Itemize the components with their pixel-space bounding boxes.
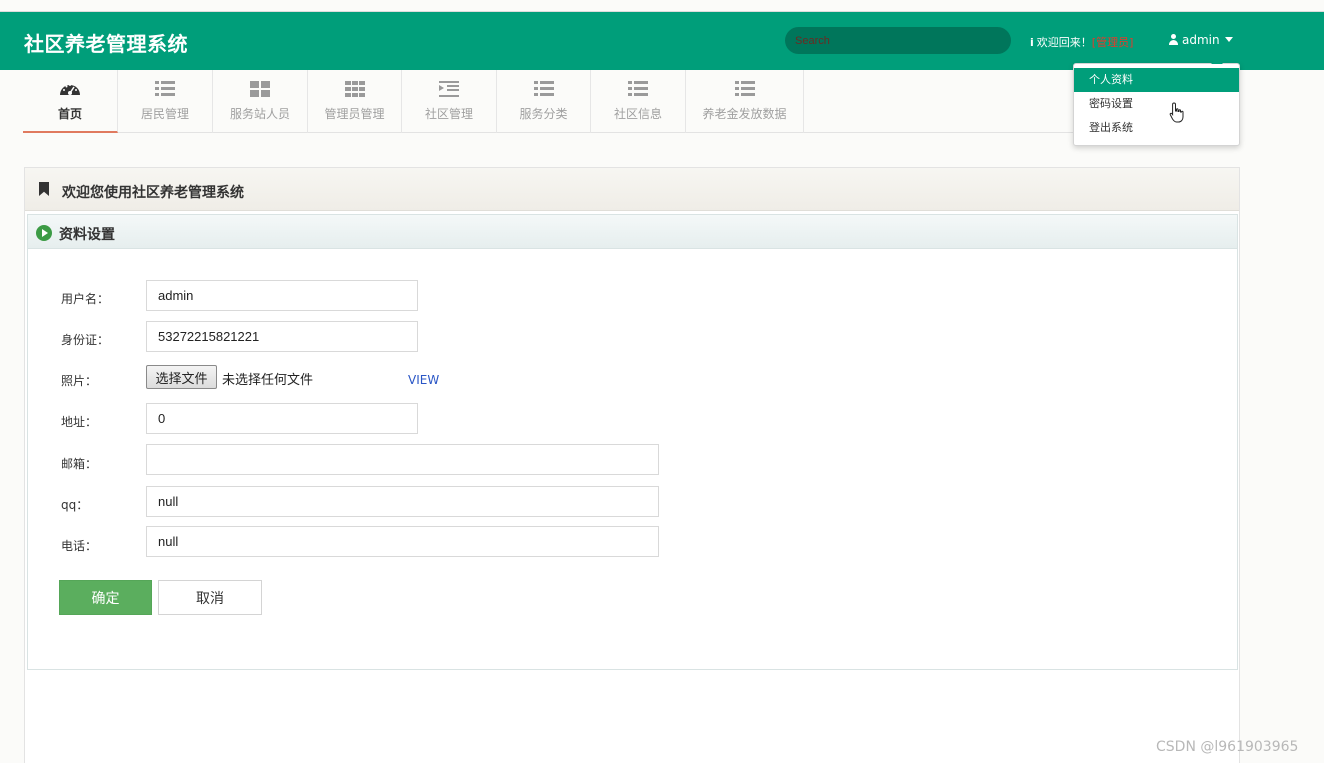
watermark: CSDN @l961903965	[1156, 739, 1299, 755]
list-icon	[628, 81, 648, 96]
photo-label: 照片：	[61, 374, 98, 388]
subpanel-title: 资料设置	[59, 227, 115, 243]
hand-cursor-icon	[1169, 102, 1184, 123]
role-badge: [管理员]	[1091, 36, 1134, 49]
nav-tab-community-info[interactable]: 社区信息	[591, 70, 686, 133]
user-dropdown-menu: 个人资料 密码设置 登出系统	[1073, 58, 1240, 146]
panel-title: 欢迎您使用社区养老管理系统	[62, 185, 244, 201]
phone-field[interactable]	[146, 526, 659, 557]
app-title: 社区养老管理系统	[24, 32, 188, 56]
nav-tab-label: 服务站人员	[229, 107, 290, 121]
nav-tab-admins[interactable]: 管理员管理	[308, 70, 402, 133]
nav-tab-station-staff[interactable]: 服务站人员	[213, 70, 308, 133]
panel-header: 欢迎您使用社区养老管理系统	[25, 168, 1239, 211]
list-icon	[734, 81, 755, 96]
idcard-field[interactable]	[146, 321, 418, 352]
cancel-button[interactable]: 取消	[158, 580, 262, 615]
dropdown-item-password[interactable]: 密码设置	[1074, 92, 1239, 116]
subpanel-header: 资料设置	[28, 215, 1237, 249]
main-nav: 首页 居民管理 服务站人员 管理员管理 社区管理 服务分类 社区信息 养老金发放…	[23, 70, 1240, 133]
qq-label: qq：	[61, 498, 89, 512]
user-name: admin	[1182, 33, 1220, 47]
choose-file-button[interactable]: 选择文件	[146, 365, 217, 389]
username-label: 用户名：	[61, 292, 110, 306]
info-icon: i	[1030, 36, 1034, 49]
grid-icon	[344, 81, 365, 97]
nav-tab-pension-data[interactable]: 养老金发放数据	[686, 70, 804, 133]
dashboard-icon	[60, 84, 80, 95]
grid-icon	[250, 81, 270, 97]
username-field[interactable]	[146, 280, 418, 311]
caret-down-icon	[1224, 37, 1233, 42]
nav-tab-community[interactable]: 社区管理	[402, 70, 497, 133]
email-field[interactable]	[146, 444, 659, 475]
file-status-text: 未选择任何文件	[222, 373, 314, 388]
nav-tab-home[interactable]: 首页	[23, 70, 118, 133]
nav-tab-residents[interactable]: 居民管理	[118, 70, 213, 133]
nav-tab-label: 管理员管理	[324, 107, 385, 121]
browser-top-strip	[0, 0, 1324, 12]
nav-tab-label: 服务分类	[519, 107, 568, 121]
user-icon	[1168, 34, 1179, 45]
email-label: 邮箱：	[61, 457, 98, 471]
idcard-label: 身份证：	[61, 333, 110, 347]
top-header: 社区养老管理系统 i欢迎回来！[管理员] admin	[0, 12, 1324, 70]
nav-tab-label: 社区信息	[613, 107, 662, 121]
nav-tab-label: 社区管理	[424, 107, 473, 121]
welcome-message: i 欢迎回来！[管理员]	[1030, 34, 1133, 50]
profile-settings-panel: 资料设置 用户名： 身份证： 照片： 选择文件 未选择任何文件 VIEW 地址：…	[27, 214, 1238, 670]
phone-label: 电话：	[61, 539, 98, 553]
qq-field[interactable]	[146, 486, 659, 517]
address-field[interactable]	[146, 403, 418, 434]
view-photo-link[interactable]: VIEW	[408, 373, 439, 387]
indent-list-icon	[439, 81, 459, 97]
nav-tab-label: 居民管理	[140, 107, 189, 121]
list-icon	[155, 81, 175, 96]
nav-tab-label: 首页	[57, 107, 82, 121]
list-icon	[533, 81, 554, 96]
welcome-text: 欢迎回来！	[1036, 36, 1092, 49]
main-panel: 欢迎您使用社区养老管理系统 资料设置 用户名： 身份证： 照片： 选择文件 未选…	[24, 167, 1240, 763]
nav-tab-service-category[interactable]: 服务分类	[497, 70, 591, 133]
dropdown-item-profile[interactable]: 个人资料	[1074, 68, 1239, 92]
bookmark-icon	[39, 182, 49, 196]
user-menu-toggle[interactable]: admin	[1168, 33, 1233, 47]
search-input[interactable]	[785, 27, 1011, 54]
address-label: 地址：	[61, 415, 98, 429]
confirm-button[interactable]: 确定	[59, 580, 152, 615]
nav-tab-label: 养老金发放数据	[702, 107, 787, 121]
dropdown-item-logout[interactable]: 登出系统	[1074, 116, 1239, 140]
play-circle-icon	[36, 225, 52, 241]
